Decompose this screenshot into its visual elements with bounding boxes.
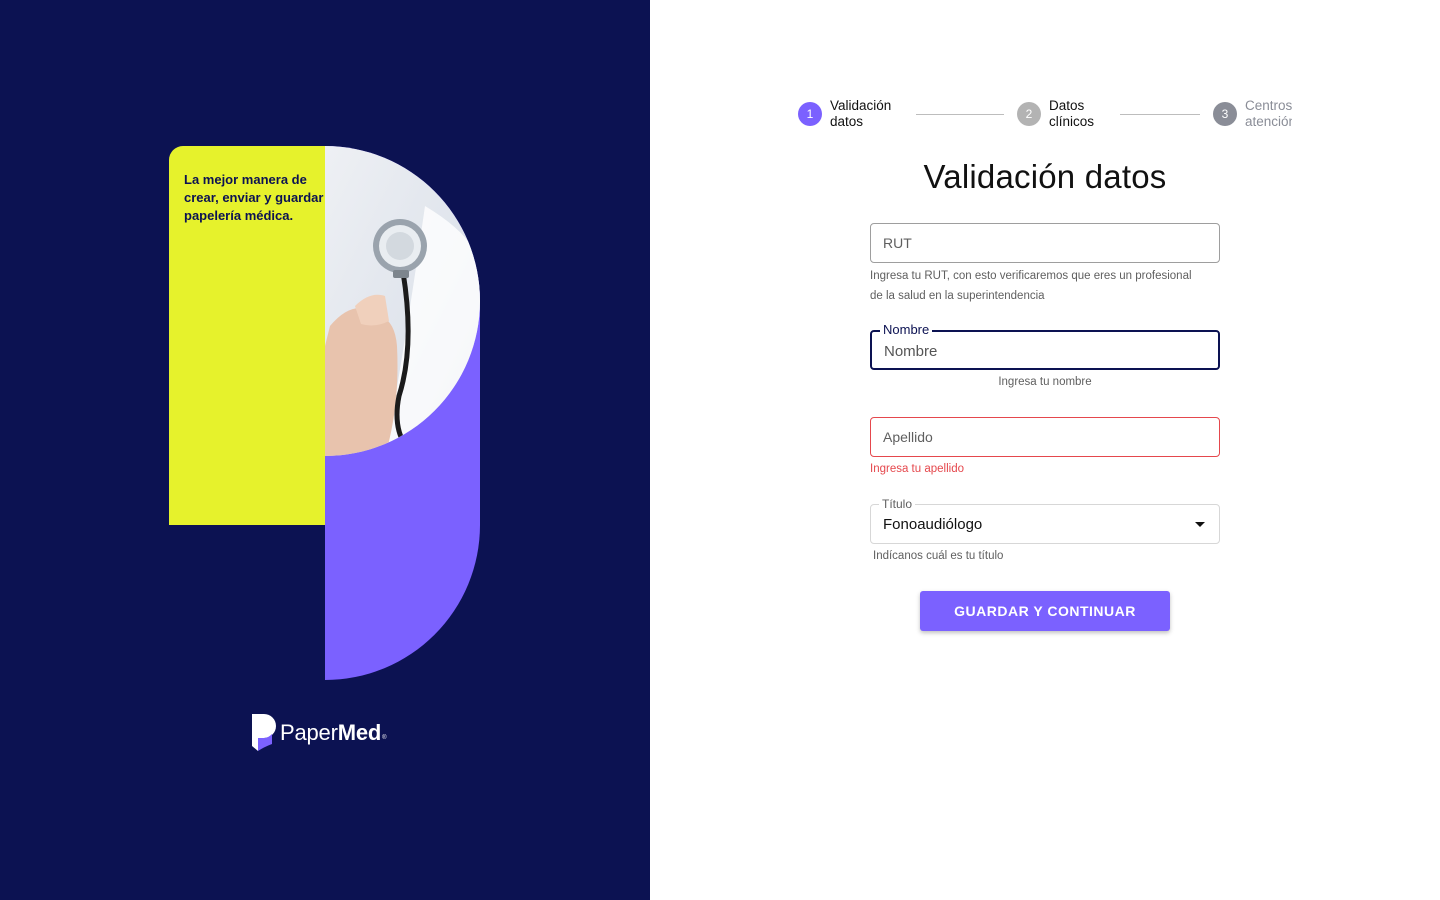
doctor-stethoscope-image	[325, 146, 480, 456]
titulo-label: Título	[879, 497, 916, 511]
papermed-logo: PaperMed ®	[252, 714, 387, 751]
nombre-helper-text: Ingresa tu nombre	[998, 376, 1092, 388]
dropdown-arrow-icon[interactable]	[1195, 522, 1205, 527]
logo-paper-text: Paper	[280, 719, 338, 745]
step-connector	[1120, 114, 1200, 115]
rut-field	[870, 223, 1220, 263]
apellido-field	[870, 417, 1220, 457]
titulo-select[interactable]: Título Fonoaudiólogo	[870, 497, 1220, 544]
step-number-icon: 2	[1017, 102, 1041, 126]
step-centros-atencion[interactable]: 3 Centros atención	[1213, 98, 1292, 130]
rut-helper-text: Ingresa tu RUT, con esto verificaremos q…	[870, 270, 1192, 302]
logo-wordmark: PaperMed	[280, 720, 381, 746]
rut-input[interactable]	[871, 224, 1219, 262]
apellido-error-text: Ingresa tu apellido	[870, 463, 964, 475]
step-datos-clinicos[interactable]: 2 Datos clínicos	[1017, 98, 1094, 130]
step-number-icon: 1	[798, 102, 822, 126]
registered-mark: ®	[382, 734, 387, 741]
step-label: Validación datos	[830, 98, 892, 129]
nombre-field: Nombre	[870, 323, 1220, 370]
guardar-continuar-button[interactable]: GUARDAR Y CONTINUAR	[920, 591, 1170, 631]
step-connector	[916, 114, 1004, 115]
step-label: Centros atención	[1245, 98, 1292, 129]
titulo-helper-text: Indícanos cuál es tu título	[873, 550, 1004, 562]
step-number-icon: 3	[1213, 102, 1237, 126]
nombre-input[interactable]	[872, 332, 1218, 368]
logo-med-text: Med	[337, 719, 382, 745]
page-title: Validación datos	[923, 158, 1167, 195]
titulo-selected-value: Fonoaudiólogo	[883, 516, 983, 533]
brand-panel: La mejor manera de crear, enviar y guard…	[0, 0, 650, 900]
step-validacion-datos[interactable]: 1 Validación datos	[798, 98, 891, 130]
nombre-label: Nombre	[880, 323, 933, 337]
papermed-logo-icon	[252, 714, 276, 751]
stepper: 1 Validación datos 2 Datos clínicos 3 Ce…	[798, 98, 1292, 134]
apellido-input[interactable]	[871, 418, 1219, 456]
form-panel: 1 Validación datos 2 Datos clínicos 3 Ce…	[650, 0, 1440, 900]
step-label: Datos clínicos	[1049, 98, 1095, 129]
brand-tagline: La mejor manera de crear, enviar y guard…	[184, 172, 324, 223]
